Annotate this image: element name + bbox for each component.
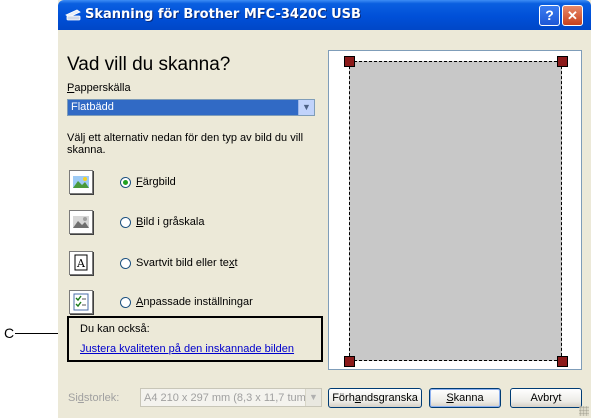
scan-button[interactable]: Skanna	[429, 388, 501, 408]
radio-custom-settings[interactable]	[120, 297, 131, 308]
instructions-text: Välj ett alternativ nedan för den typ av…	[67, 132, 304, 156]
resize-handle-bottom-left[interactable]	[344, 356, 355, 367]
options-pane: Vad vill du skanna? Papperskälla Flatbäd…	[58, 30, 320, 360]
option-color-picture-label[interactable]: Färgbild	[136, 176, 176, 188]
radio-grayscale-picture[interactable]	[120, 217, 131, 228]
custom-settings-icon[interactable]	[69, 290, 93, 314]
svg-text:A: A	[76, 257, 86, 270]
resize-handle-top-left[interactable]	[344, 56, 355, 67]
scan-selection-area[interactable]	[349, 61, 562, 361]
option-grayscale-picture-label[interactable]: Bild i gråskala	[136, 216, 204, 228]
color-picture-icon[interactable]	[69, 170, 93, 194]
close-button[interactable]: ✕	[562, 5, 583, 26]
grayscale-picture-icon[interactable]	[69, 210, 93, 234]
callout-label: C	[4, 325, 15, 341]
page-size-label: Sidstorlek:	[68, 392, 120, 404]
title-bar: Skanning för Brother MFC-3420C USB ? ✕	[58, 0, 591, 30]
adjust-quality-link[interactable]: Justera kvaliteten på den inskannade bil…	[80, 343, 294, 355]
paper-source-select[interactable]: Flatbädd ▼	[67, 99, 315, 116]
page-size-select[interactable]: A4 210 x 297 mm (8,3 x 11,7 tum ▼	[140, 388, 322, 407]
cancel-button[interactable]: Avbryt	[510, 388, 582, 408]
chevron-down-icon[interactable]: ▼	[298, 100, 314, 115]
scan-preview-area[interactable]	[328, 50, 582, 370]
help-button[interactable]: ?	[539, 5, 560, 26]
paper-source-label: Papperskälla	[67, 82, 131, 94]
scanner-icon	[65, 9, 81, 21]
window-title: Skanning för Brother MFC-3420C USB	[85, 7, 361, 22]
paper-source-value: Flatbädd	[71, 101, 114, 113]
page-size-value: A4 210 x 297 mm (8,3 x 11,7 tum	[144, 392, 306, 404]
resize-handle-bottom-right[interactable]	[557, 356, 568, 367]
black-white-text-icon[interactable]: A	[69, 251, 93, 275]
chevron-down-icon[interactable]: ▼	[305, 389, 321, 406]
preview-button[interactable]: Förhandsgranska	[328, 388, 422, 408]
option-black-white-label[interactable]: Svartvit bild eller text	[136, 257, 238, 269]
resize-handle-top-right[interactable]	[557, 56, 568, 67]
page-heading: Vad vill du skanna?	[67, 54, 231, 75]
resize-grip-icon[interactable]	[579, 406, 589, 416]
option-custom-settings-label[interactable]: Anpassade inställningar	[136, 296, 253, 308]
radio-color-picture[interactable]	[120, 177, 131, 188]
also-title: Du kan också:	[80, 323, 150, 335]
radio-black-white[interactable]	[120, 258, 131, 269]
